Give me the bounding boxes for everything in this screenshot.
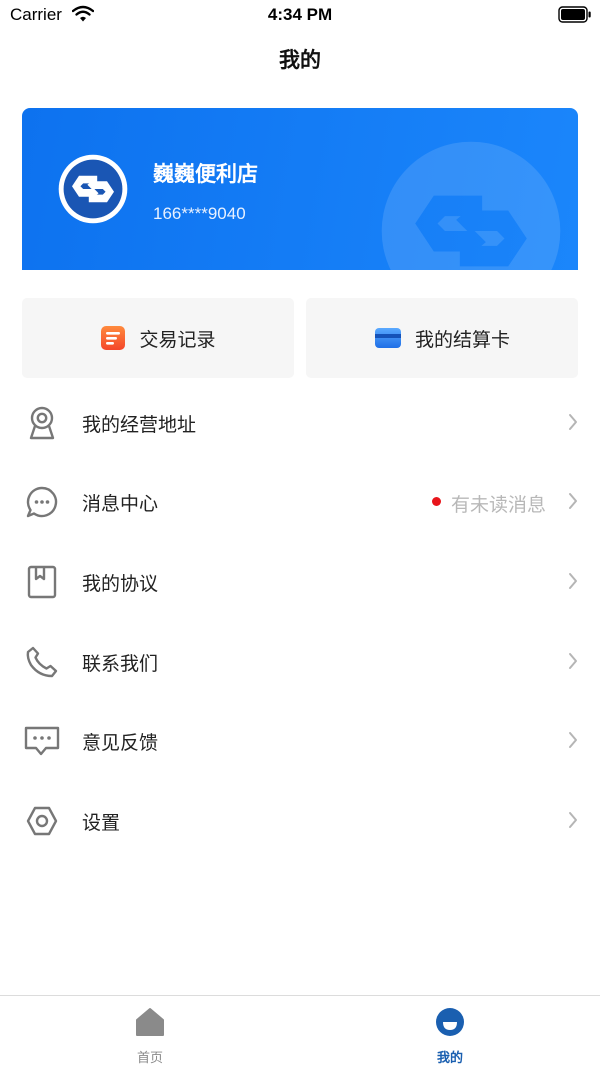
- menu-item-contact-us[interactable]: 联系我们: [0, 630, 600, 694]
- settlement-card-button[interactable]: 我的结算卡: [306, 298, 578, 378]
- menu-item-business-address[interactable]: 我的经营地址: [0, 391, 600, 455]
- unread-message-badge: 有未读消息: [451, 494, 547, 516]
- chevron-right-icon: [568, 652, 578, 674]
- menu-label: 消息中心: [82, 493, 159, 515]
- menu-label: 我的经营地址: [82, 414, 197, 436]
- home-icon: [135, 1007, 165, 1041]
- feedback-icon: [24, 723, 60, 759]
- menu-item-message-center[interactable]: 消息中心 有未读消息: [0, 470, 600, 534]
- settings-icon: [24, 803, 60, 839]
- menu-label: 我的协议: [82, 573, 159, 595]
- chevron-right-icon: [568, 572, 578, 594]
- settlement-card-label: 我的结算卡: [414, 328, 510, 351]
- status-bar: Carrier 4:34 PM: [0, 0, 600, 32]
- message-icon: [24, 484, 60, 520]
- menu-label: 联系我们: [82, 653, 159, 675]
- tab-home[interactable]: 首页: [0, 996, 300, 1068]
- profile-icon: [435, 1007, 465, 1041]
- tab-label: 首页: [136, 1051, 163, 1066]
- store-phone: 166****9040: [153, 204, 246, 223]
- settlement-card-icon: [374, 326, 402, 350]
- menu-label: 意见反馈: [82, 732, 159, 754]
- chevron-right-icon: [568, 413, 578, 435]
- profile-card[interactable]: 巍巍便利店 166****9040: [22, 108, 578, 270]
- chevron-right-icon: [568, 731, 578, 753]
- page-title: 我的: [279, 48, 321, 72]
- menu-label: 设置: [82, 812, 121, 834]
- store-logo-icon: [58, 154, 128, 228]
- battery-icon: [558, 6, 592, 27]
- tab-mine[interactable]: 我的: [300, 996, 600, 1068]
- agreement-icon: [24, 564, 60, 600]
- menu-item-settings[interactable]: 设置: [0, 789, 600, 853]
- logo-watermark-icon: [378, 138, 564, 270]
- menu-item-feedback[interactable]: 意见反馈: [0, 709, 600, 773]
- chevron-right-icon: [568, 811, 578, 833]
- tab-bar: 首页 我的: [0, 995, 600, 1068]
- transaction-record-icon: [100, 325, 126, 351]
- chevron-right-icon: [568, 492, 578, 514]
- status-time: 4:34 PM: [267, 5, 333, 24]
- phone-icon: [24, 644, 60, 680]
- unread-dot: [432, 497, 441, 506]
- store-name: 巍巍便利店: [153, 162, 258, 186]
- tab-label: 我的: [436, 1051, 463, 1066]
- menu-item-my-agreement[interactable]: 我的协议: [0, 550, 600, 614]
- transaction-record-button[interactable]: 交易记录: [22, 298, 294, 378]
- location-icon: [24, 405, 60, 441]
- transaction-record-label: 交易记录: [139, 328, 216, 351]
